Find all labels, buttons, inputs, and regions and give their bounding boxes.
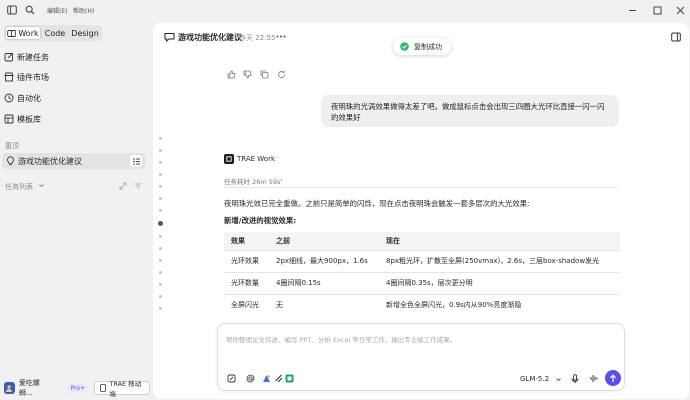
table-cell: 全屏闪光 bbox=[224, 293, 269, 316]
like-icon[interactable] bbox=[225, 68, 237, 80]
collapse-icon[interactable] bbox=[118, 181, 128, 191]
assistant-name: TRAE Work bbox=[237, 155, 276, 163]
task-duration[interactable]: 任务耗时 26m 59s bbox=[224, 176, 280, 186]
phone-icon bbox=[100, 384, 107, 392]
table-cell: 光环效果 bbox=[224, 249, 269, 272]
sidebar-item-new-task[interactable]: 新建任务 bbox=[4, 49, 144, 65]
reply-heading: 新增/改进的视觉效果: bbox=[224, 216, 297, 225]
column-header: 效果 bbox=[224, 232, 269, 250]
table-cell: 无 bbox=[269, 293, 379, 316]
search-icon[interactable] bbox=[24, 4, 36, 16]
chat-icon bbox=[163, 31, 175, 43]
divider bbox=[224, 187, 618, 188]
tab-work-label: Work bbox=[18, 28, 39, 38]
task-list-icon[interactable] bbox=[130, 155, 142, 167]
avatar bbox=[4, 382, 15, 394]
table-row: 全屏闪光 无 新增全色全屏闪光，0.9s内从90%亮度渐隐 bbox=[224, 293, 620, 316]
voice-wave-icon[interactable] bbox=[589, 373, 599, 384]
tab-work[interactable]: Work bbox=[5, 26, 41, 40]
sidebar-item-label: 游戏功能优化建议 bbox=[18, 156, 82, 166]
minimize-icon[interactable] bbox=[626, 4, 638, 16]
trae-logo-icon bbox=[224, 154, 234, 164]
sidebar-item-label: 插件市场 bbox=[17, 72, 49, 82]
sidebar-item-templates[interactable]: 模板库 bbox=[4, 111, 144, 127]
sidebar-item-label: 自动化 bbox=[17, 93, 41, 103]
mcp-icon[interactable] bbox=[273, 373, 283, 383]
sidebar-item-label: 模板库 bbox=[17, 114, 41, 124]
skill-icon[interactable] bbox=[261, 373, 271, 383]
table-row: 光环效果 2px细线，最大900px，1.6s 8px粗光环，扩散至全屏(250… bbox=[224, 249, 620, 272]
chevron-right-icon[interactable]: › bbox=[280, 176, 283, 184]
column-header: 之前 bbox=[269, 232, 379, 250]
at-icon[interactable] bbox=[245, 373, 255, 383]
column-header: 现在 bbox=[379, 232, 620, 250]
sidebar-item-automation[interactable]: 自动化 bbox=[4, 90, 144, 106]
user-name: 爱吃螺蛳... bbox=[18, 379, 40, 397]
close-icon[interactable] bbox=[674, 4, 686, 16]
book-icon bbox=[7, 29, 17, 38]
filter-icon[interactable] bbox=[133, 181, 143, 191]
copy-icon[interactable] bbox=[258, 68, 270, 80]
sidebar-item-label: 新建任务 bbox=[17, 52, 49, 62]
dislike-icon[interactable] bbox=[241, 68, 253, 80]
chat-timestamp: 昨天 22:55 bbox=[239, 34, 276, 42]
sidebar-item-plugins[interactable]: 插件市场 bbox=[4, 69, 144, 85]
chevron-down-icon[interactable] bbox=[554, 375, 562, 383]
user-profile[interactable]: 爱吃螺蛳... Pro+ TRAE 移动端 bbox=[4, 379, 151, 398]
tab-code[interactable]: Code bbox=[42, 26, 68, 40]
refresh-icon[interactable] bbox=[275, 68, 287, 80]
maximize-icon[interactable] bbox=[651, 4, 663, 16]
sidebar: Work Code Design 新建任务 插件市场 自动化 模板库 置顶 游戏… bbox=[0, 20, 152, 400]
title-bar: 编辑(E) 帮助(H) bbox=[0, 0, 690, 20]
store-icon bbox=[4, 72, 14, 82]
table-cell: 4圈间隔0.35s，层次更分明 bbox=[379, 271, 620, 294]
toast-notification: 复制成功 bbox=[393, 38, 451, 55]
mobile-button[interactable]: TRAE 移动端 bbox=[94, 380, 151, 398]
pinned-section-title: 置顶 bbox=[5, 142, 19, 150]
user-message: 夜明珠的光涡效果做得太差了吧。做成鼠标点击会出现三四圈大光环比直接一闪一闪的效果… bbox=[321, 95, 619, 127]
edit-icon bbox=[4, 52, 14, 62]
table-row: 光环数量 4圈间隔0.15s 4圈间隔0.35s，层次更分明 bbox=[224, 271, 620, 294]
menu-edit[interactable]: 编辑(E) bbox=[47, 6, 67, 15]
send-button[interactable] bbox=[605, 370, 621, 386]
plan-badge: Pro+ bbox=[67, 383, 89, 393]
composer: 帮你整理论文综述、编写 PPT、分析 Excel 等日常工作，输出专业级工作成果… bbox=[217, 323, 625, 391]
table-cell: 4圈间隔0.15s bbox=[269, 271, 379, 294]
table-cell: 新增全色全屏闪光，0.9s内从90%亮度渐隐 bbox=[379, 293, 620, 316]
check-circle-icon bbox=[399, 42, 409, 52]
template-icon bbox=[4, 114, 14, 124]
toast-text: 复制成功 bbox=[414, 42, 442, 51]
mobile-button-label: TRAE 移动端 bbox=[109, 380, 142, 398]
composer-input[interactable]: 帮你整理论文综述、编写 PPT、分析 Excel 等日常工作，输出专业级工作成果… bbox=[226, 334, 456, 344]
microphone-icon[interactable] bbox=[570, 373, 580, 384]
reply-intro: 夜明珠光效已完全重做。之前只是简单的闪烁，现在点击夜明珠会触发一套多层次的大光效… bbox=[224, 199, 530, 208]
table-cell: 2px细线，最大900px，1.6s bbox=[269, 249, 379, 272]
table-header: 效果 之前 现在 bbox=[224, 232, 620, 250]
more-icon[interactable] bbox=[275, 32, 287, 41]
sidebar-toggle-icon[interactable] bbox=[6, 4, 18, 16]
task-list-title: 任务列表 bbox=[5, 183, 33, 191]
clock-icon bbox=[4, 93, 14, 103]
mode-switcher: Work Code Design bbox=[4, 25, 102, 41]
sidebar-item-pinned-task[interactable]: 游戏功能优化建议 bbox=[2, 153, 145, 169]
model-selector[interactable]: GLM-5.2 bbox=[520, 375, 549, 383]
chat-title: 游戏功能优化建议 bbox=[178, 33, 242, 42]
panel-toggle-icon[interactable] bbox=[670, 31, 682, 43]
chat-panel: 游戏功能优化建议 昨天 22:55 复制成功 夜明珠的光涡效果做得太差了吧。做成… bbox=[153, 23, 689, 399]
menu-help[interactable]: 帮助(H) bbox=[73, 6, 94, 15]
table-cell: 8px粗光环，扩散至全屏(250vmax)，2.6s，三层box-shadow发… bbox=[379, 249, 620, 272]
tab-design[interactable]: Design bbox=[69, 26, 101, 40]
chevron-down-icon[interactable] bbox=[37, 181, 46, 190]
effects-table: 效果 之前 现在 光环效果 2px细线，最大900px，1.6s 8px粗光环，… bbox=[224, 232, 620, 316]
scroll-timeline[interactable] bbox=[157, 137, 163, 319]
agent-icon[interactable] bbox=[284, 373, 294, 383]
table-cell: 光环数量 bbox=[224, 271, 269, 294]
attach-icon[interactable] bbox=[226, 373, 236, 383]
bulb-icon bbox=[5, 156, 15, 166]
